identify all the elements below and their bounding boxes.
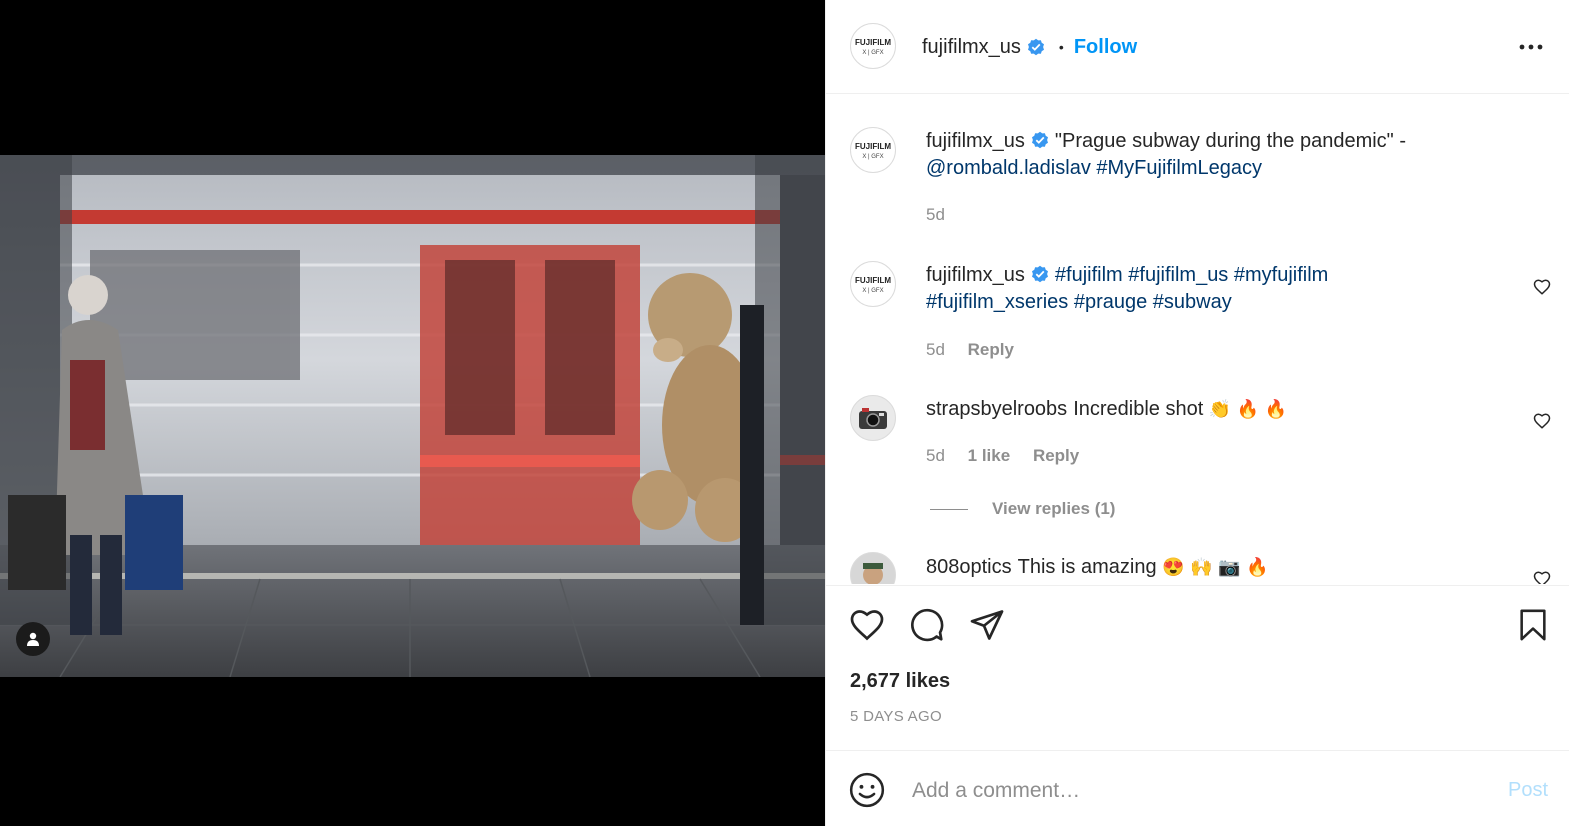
author-username[interactable]: fujifilmx_us (922, 36, 1021, 59)
comment-input[interactable] (910, 775, 1474, 807)
more-options-button[interactable] (1516, 34, 1546, 60)
caption-body: "Prague subway during the pandemic" - (1054, 130, 1406, 152)
svg-text:FUJIFILM: FUJIFILM (855, 276, 891, 285)
caption-timestamp[interactable]: 5d (926, 205, 945, 224)
fujifilm-logo: FUJIFILM X | GFX (855, 276, 891, 294)
heart-icon (850, 610, 884, 641)
caption-hashtag-link[interactable]: #MyFujifilmLegacy (1096, 157, 1262, 179)
commenter-username[interactable]: strapsbyelroobs (926, 398, 1067, 420)
replies-divider-line (930, 508, 968, 510)
commenter-username[interactable]: fujifilmx_us (926, 264, 1025, 286)
author-avatar[interactable]: FUJIFILM X | GFX (850, 23, 896, 69)
caption-mention-link[interactable]: @rombald.ladislav (926, 157, 1091, 179)
subway-photo-illustration (0, 155, 825, 677)
person-photo-avatar (863, 563, 883, 584)
comment-item: strapsbyelroobs Incredible shot 👏 🔥 🔥 5d … (826, 362, 1569, 542)
person-icon (27, 632, 39, 646)
comment-item: FUJIFILM X | GFX fujifilmx_us #fujifilm … (826, 228, 1569, 362)
comment-body: This is amazing (1017, 556, 1157, 578)
camera-photo-avatar (859, 408, 887, 429)
view-replies-label: View replies (1) (992, 499, 1116, 518)
caption-meta: 5d (926, 205, 963, 225)
svg-text:X | GFX: X | GFX (862, 50, 883, 56)
bookmark-icon (1520, 609, 1546, 641)
reply-button[interactable]: Reply (968, 340, 1014, 359)
reply-button[interactable]: Reply (1033, 446, 1079, 465)
verified-badge-icon (1031, 265, 1048, 283)
author-line: fujifilmx_us • Follow (922, 34, 1137, 60)
raising-hands-emoji: 🙌 (1190, 557, 1213, 577)
comment-timestamp[interactable]: 5d (926, 446, 945, 465)
post-media-viewer (0, 0, 825, 826)
clapping-emoji: 👏 (1208, 399, 1232, 419)
svg-text:FUJIFILM: FUJIFILM (855, 38, 891, 47)
like-button[interactable] (848, 606, 886, 644)
fire-emoji: 🔥 (1236, 399, 1260, 419)
like-comment-heart-icon[interactable] (1533, 412, 1551, 430)
follow-button[interactable]: Follow (1074, 36, 1137, 59)
verified-badge-icon (1031, 131, 1048, 149)
caption-text: fujifilmx_us "Prague subway during the p… (926, 128, 1486, 182)
post-header: FUJIFILM X | GFX fujifilmx_us • Follow (826, 0, 1569, 94)
speech-bubble-icon (911, 608, 944, 642)
paper-plane-icon (970, 610, 1004, 640)
smiley-icon (849, 772, 885, 808)
verified-badge-icon (1027, 38, 1044, 56)
post-comment-button[interactable]: Post (1508, 779, 1548, 802)
comment-likes-count[interactable]: 1 like (968, 446, 1011, 465)
comment-item: 808optics This is amazing 😍 🙌 📷 🔥 (826, 542, 1569, 584)
save-button[interactable] (1514, 606, 1552, 644)
fire-emoji: 🔥 (1264, 399, 1288, 419)
post-date[interactable]: 5 DAYS AGO (850, 708, 942, 725)
comment-text: strapsbyelroobs Incredible shot 👏 🔥 🔥 (926, 396, 1486, 423)
emoji-picker-button[interactable] (848, 771, 886, 809)
commenter-avatar[interactable] (850, 552, 896, 584)
caption-avatar[interactable]: FUJIFILM X | GFX (850, 127, 896, 173)
caption-username[interactable]: fujifilmx_us (926, 130, 1025, 152)
svg-text:FUJIFILM: FUJIFILM (855, 142, 891, 151)
heart-eyes-emoji: 😍 (1162, 557, 1185, 577)
tagged-users-button[interactable] (16, 622, 50, 656)
add-comment-bar: Post (826, 750, 1569, 827)
comment-meta: 5d 1 like Reply (926, 446, 1097, 466)
comment-timestamp[interactable]: 5d (926, 340, 945, 359)
comment-hashtags-line1[interactable]: #fujifilm #fujifilm_us #myfujifilm (1055, 264, 1328, 286)
post-actions: 2,677 likes 5 DAYS AGO (826, 585, 1569, 750)
comment-button[interactable] (908, 606, 946, 644)
comment-meta: 5d Reply (926, 340, 1032, 360)
post-details-panel: FUJIFILM X | GFX fujifilmx_us • Follow F… (825, 0, 1574, 826)
like-comment-heart-icon[interactable] (1533, 570, 1551, 584)
post-caption: FUJIFILM X | GFX fujifilmx_us "Prague su… (826, 94, 1569, 228)
fire-emoji: 🔥 (1246, 557, 1269, 577)
more-horizontal-icon (1519, 44, 1543, 50)
commenter-avatar[interactable]: FUJIFILM X | GFX (850, 261, 896, 307)
likes-count[interactable]: 2,677 likes (850, 670, 950, 693)
comment-body: Incredible shot (1073, 398, 1204, 420)
commenter-avatar[interactable] (850, 395, 896, 441)
comment-hashtags-line2[interactable]: #fujifilm_xseries #prauge #subway (926, 291, 1232, 313)
post-photo[interactable] (0, 155, 825, 677)
comment-text: 808optics This is amazing 😍 🙌 📷 🔥 (926, 554, 1486, 581)
comment-text: fujifilmx_us #fujifilm #fujifilm_us #myf… (926, 262, 1486, 316)
comments-list[interactable]: FUJIFILM X | GFX fujifilmx_us "Prague su… (826, 94, 1569, 584)
svg-text:X | GFX: X | GFX (862, 154, 883, 160)
svg-text:X | GFX: X | GFX (862, 288, 883, 294)
fujifilm-logo: FUJIFILM X | GFX (855, 142, 891, 160)
header-separator: • (1058, 39, 1064, 55)
view-replies-button[interactable]: View replies (1) (930, 499, 1115, 519)
commenter-username[interactable]: 808optics (926, 556, 1012, 578)
camera-emoji: 📷 (1218, 557, 1241, 577)
fujifilm-logo: FUJIFILM X | GFX (855, 38, 891, 56)
like-comment-heart-icon[interactable] (1533, 278, 1551, 296)
share-button[interactable] (968, 606, 1006, 644)
